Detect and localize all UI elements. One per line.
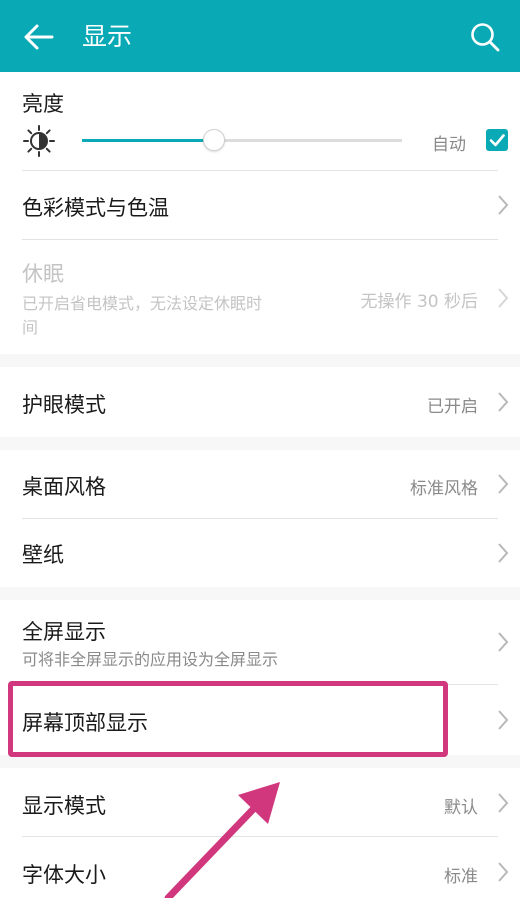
chevron-right-icon (498, 710, 509, 730)
brightness-label: 亮度 (22, 92, 64, 116)
font-size-value: 标准 (444, 867, 478, 887)
full-screen-sub: 可将非全屏显示的应用设为全屏显示 (22, 650, 279, 669)
page-title: 显示 (82, 22, 133, 51)
brightness-slider-fill (82, 139, 214, 142)
chevron-right-icon (498, 288, 509, 308)
full-screen-row[interactable]: 全屏显示 可将非全屏显示的应用设为全屏显示 (0, 600, 520, 684)
chevron-right-icon (498, 195, 509, 215)
auto-brightness-label: 自动 (432, 135, 466, 155)
eye-comfort-value: 已开启 (427, 397, 478, 417)
app-bar: 显示 (0, 0, 520, 72)
chevron-right-icon (498, 793, 509, 813)
display-mode-row[interactable]: 显示模式 默认 (0, 768, 520, 836)
chevron-right-icon (498, 632, 509, 652)
chevron-right-icon (498, 474, 509, 494)
search-icon[interactable] (470, 22, 500, 52)
font-size-label: 字体大小 (22, 863, 106, 887)
wallpaper-row[interactable]: 壁纸 (0, 519, 520, 587)
chevron-right-icon (498, 392, 509, 412)
check-icon (489, 134, 505, 147)
wallpaper-label: 壁纸 (22, 543, 64, 567)
brightness-slider[interactable] (82, 129, 402, 151)
eye-comfort-label: 护眼模式 (22, 393, 106, 417)
sleep-value: 无操作 30 秒后 (360, 292, 478, 312)
sleep-sub-line1: 已开启省电模式，无法设定休眠时 (22, 294, 263, 313)
display-mode-value: 默认 (444, 798, 478, 818)
highlight-box (8, 681, 448, 757)
brightness-row: 亮度 自动 (0, 72, 520, 170)
arrow-left-icon[interactable] (22, 20, 56, 54)
brightness-slider-thumb[interactable] (203, 129, 226, 151)
home-style-row[interactable]: 桌面风格 标准风格 (0, 450, 520, 518)
home-style-value: 标准风格 (410, 479, 478, 499)
eye-comfort-row[interactable]: 护眼模式 已开启 (0, 367, 520, 437)
auto-brightness-checkbox[interactable] (486, 129, 508, 151)
sleep-sub-line2: 间 (22, 318, 39, 337)
chevron-right-icon (498, 862, 509, 882)
color-mode-label: 色彩模式与色温 (22, 196, 169, 220)
section-display-basic: 亮度 自动 色彩模式与色温 休眠 已开启省电模式，无法设定休眠时 间 无操作 3… (0, 72, 520, 354)
home-style-label: 桌面风格 (22, 475, 106, 499)
full-screen-label: 全屏显示 (22, 620, 106, 644)
sleep-label: 休眠 (22, 262, 64, 286)
display-mode-label: 显示模式 (22, 794, 106, 818)
section-eye-comfort: 护眼模式 已开启 (0, 367, 520, 437)
brightness-icon (23, 125, 55, 157)
section-text: 显示模式 默认 字体大小 标准 (0, 768, 520, 898)
font-size-row[interactable]: 字体大小 标准 (0, 837, 520, 898)
section-appearance: 桌面风格 标准风格 壁纸 (0, 450, 520, 587)
sleep-row: 休眠 已开启省电模式，无法设定休眠时 间 无操作 30 秒后 (0, 240, 520, 354)
chevron-right-icon (498, 543, 509, 563)
color-mode-row[interactable]: 色彩模式与色温 (0, 171, 520, 239)
